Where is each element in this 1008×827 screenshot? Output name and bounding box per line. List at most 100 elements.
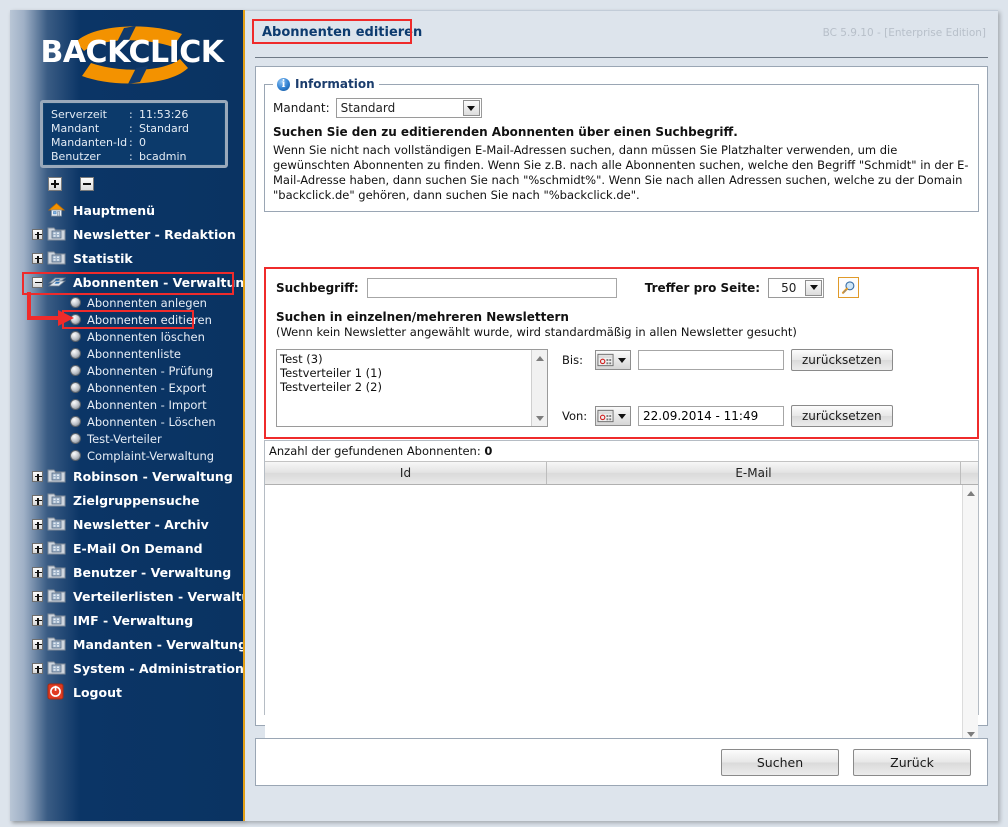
- newsletter-list-item[interactable]: Testverteiler 1 (1): [280, 366, 544, 380]
- scroll-down-icon[interactable]: [532, 410, 547, 426]
- newsletter-list-item[interactable]: Test (3): [280, 352, 544, 366]
- folder-icon: [47, 563, 67, 581]
- expand-icon[interactable]: [32, 229, 43, 240]
- chevron-down-icon[interactable]: [618, 414, 626, 419]
- mandant-select[interactable]: Standard: [336, 98, 482, 118]
- collapse-icon[interactable]: [32, 277, 43, 288]
- sidebar-item-abonnenten-verwaltung[interactable]: Abonnenten - Verwaltung: [10, 270, 243, 294]
- sidebar-subitem-abonnenten-l-schen[interactable]: Abonnenten - Löschen: [10, 413, 243, 430]
- sidebar-item-newsletter-archiv[interactable]: Newsletter - Archiv: [10, 512, 243, 536]
- sidebar-item-label: Logout: [73, 685, 122, 700]
- sidebar-item-label: Benutzer - Verwaltung: [73, 565, 231, 580]
- expand-icon[interactable]: [32, 567, 43, 578]
- sidebar-item-logout[interactable]: Logout: [10, 680, 243, 704]
- sidebar-subitem-label: Abonnentenliste: [87, 347, 181, 361]
- sidebar-item-label: System - Administration: [73, 661, 244, 676]
- chevron-down-icon[interactable]: [618, 358, 626, 363]
- expand-icon[interactable]: [32, 471, 43, 482]
- bullet-icon: [70, 348, 81, 359]
- expand-icon[interactable]: [32, 639, 43, 650]
- sidebar-subitem-complaint-verwaltung[interactable]: Complaint-Verwaltung: [10, 447, 243, 464]
- sidebar-subitem-label: Abonnenten - Export: [87, 381, 206, 395]
- folder-icon: [47, 515, 67, 533]
- newsletter-scrollbar[interactable]: [531, 350, 547, 426]
- mandant-label: Mandant:: [273, 101, 330, 115]
- form-action-bar: Suchen Zurück: [255, 738, 988, 786]
- sidebar-item-statistik[interactable]: Statistik: [10, 246, 243, 270]
- suchen-button[interactable]: Suchen: [721, 749, 839, 776]
- sidebar-subitem-test-verteiler[interactable]: Test-Verteiler: [10, 430, 243, 447]
- results-count-label: Anzahl der gefundenen Abonnenten:: [269, 444, 481, 458]
- sidebar-item-robinson-verwaltung[interactable]: Robinson - Verwaltung: [10, 464, 243, 488]
- results-per-page-select[interactable]: 50: [768, 278, 824, 298]
- sidebar-item-mandanten-verwaltung[interactable]: Mandanten - Verwaltung: [10, 632, 243, 656]
- search-input[interactable]: [367, 278, 617, 298]
- logout-icon: [47, 683, 67, 701]
- von-reset-button[interactable]: zurücksetzen: [791, 405, 893, 427]
- bis-date-input[interactable]: [638, 350, 784, 370]
- information-body: Wenn Sie nicht nach vollständigen E-Mail…: [273, 143, 970, 203]
- expand-icon[interactable]: [32, 495, 43, 506]
- bullet-icon: [70, 314, 81, 325]
- results-count: Anzahl der gefundenen Abonnenten: 0: [265, 441, 978, 461]
- mandant-row: Mandant: Standard: [273, 98, 970, 118]
- von-row: Von:: [562, 405, 893, 427]
- sidebar-subitem-label: Abonnenten löschen: [87, 330, 205, 344]
- server-info-box: Serverzeit : 11:53:26 Mandant : Standard…: [40, 100, 228, 168]
- bis-reset-button[interactable]: zurücksetzen: [791, 349, 893, 371]
- newsletter-list-item[interactable]: Testverteiler 2 (2): [280, 380, 544, 394]
- sidebar-subitem-abonnenten-pr-fung[interactable]: Abonnenten - Prüfung: [10, 362, 243, 379]
- scroll-up-icon[interactable]: [963, 485, 978, 501]
- expand-icon[interactable]: [32, 615, 43, 626]
- scroll-up-icon[interactable]: [532, 350, 547, 366]
- sidebar-item-zielgruppensuche[interactable]: Zielgruppensuche: [10, 488, 243, 512]
- sidebar-subitem-abonnenten-l-schen[interactable]: Abonnenten löschen: [10, 328, 243, 345]
- sidebar-subitem-abonnenten-editieren[interactable]: Abonnenten editieren: [10, 311, 243, 328]
- expand-icon[interactable]: [32, 519, 43, 530]
- sidebar-item-verteilerlisten-verwaltung[interactable]: Verteilerlisten - Verwaltung: [10, 584, 243, 608]
- expand-icon[interactable]: [32, 543, 43, 554]
- info-key: Mandanten-Id: [51, 136, 129, 150]
- sidebar-item-newsletter-redaktion[interactable]: Newsletter - Redaktion: [10, 222, 243, 246]
- search-body: Test (3)Testverteiler 1 (1)Testverteiler…: [276, 349, 967, 427]
- sidebar-item-system-administration[interactable]: System - Administration: [10, 656, 243, 680]
- results-table-body: [265, 485, 978, 743]
- expand-icon[interactable]: [32, 663, 43, 674]
- expand-all-button[interactable]: [48, 177, 62, 191]
- von-calendar-button[interactable]: [595, 406, 631, 426]
- folder-icon: [47, 587, 67, 605]
- results-scrollbar[interactable]: [962, 485, 978, 742]
- von-date-input[interactable]: [638, 406, 784, 426]
- chevron-down-icon[interactable]: [805, 280, 822, 296]
- newsletter-listbox[interactable]: Test (3)Testverteiler 1 (1)Testverteiler…: [276, 349, 548, 427]
- folder-icon: [47, 539, 67, 557]
- sidebar-item-e-mail-on-demand[interactable]: E-Mail On Demand: [10, 536, 243, 560]
- expand-icon[interactable]: [32, 591, 43, 602]
- bis-calendar-button[interactable]: [595, 350, 631, 370]
- sidebar-subitem-label: Abonnenten - Prüfung: [87, 364, 213, 378]
- column-header-id[interactable]: Id: [265, 462, 547, 484]
- sidebar-item-hauptmen[interactable]: Hauptmenü: [10, 198, 243, 222]
- sidebar-subitem-abonnenten-import[interactable]: Abonnenten - Import: [10, 396, 243, 413]
- zurueck-button[interactable]: Zurück: [853, 749, 971, 776]
- collapse-all-button[interactable]: [80, 177, 94, 191]
- svg-text:BACKCLICK: BACKCLICK: [40, 35, 225, 70]
- sidebar-subitem-abonnenten-export[interactable]: Abonnenten - Export: [10, 379, 243, 396]
- info-row: Serverzeit : 11:53:26: [51, 108, 189, 122]
- sidebar-subitem-abonnentenliste[interactable]: Abonnentenliste: [10, 345, 243, 362]
- results-per-page-value: 50: [781, 281, 796, 295]
- sidebar-item-label: Robinson - Verwaltung: [73, 469, 233, 484]
- annotation-box-page-title: [252, 19, 412, 44]
- column-header-email[interactable]: E-Mail: [547, 462, 961, 484]
- sidebar-subitem-abonnenten-anlegen[interactable]: Abonnenten anlegen: [10, 294, 243, 311]
- magnifier-icon-button[interactable]: [838, 277, 859, 298]
- date-filters: Bis:: [562, 349, 893, 427]
- information-legend-label: Information: [295, 77, 375, 91]
- sidebar-item-label: E-Mail On Demand: [73, 541, 203, 556]
- sidebar-item-benutzer-verwaltung[interactable]: Benutzer - Verwaltung: [10, 560, 243, 584]
- chevron-down-icon[interactable]: [463, 100, 480, 116]
- expand-icon[interactable]: [32, 253, 43, 264]
- sidebar-item-label: Newsletter - Archiv: [73, 517, 209, 532]
- sidebar-item-imf-verwaltung[interactable]: IMF - Verwaltung: [10, 608, 243, 632]
- column-header-spacer: [961, 462, 978, 484]
